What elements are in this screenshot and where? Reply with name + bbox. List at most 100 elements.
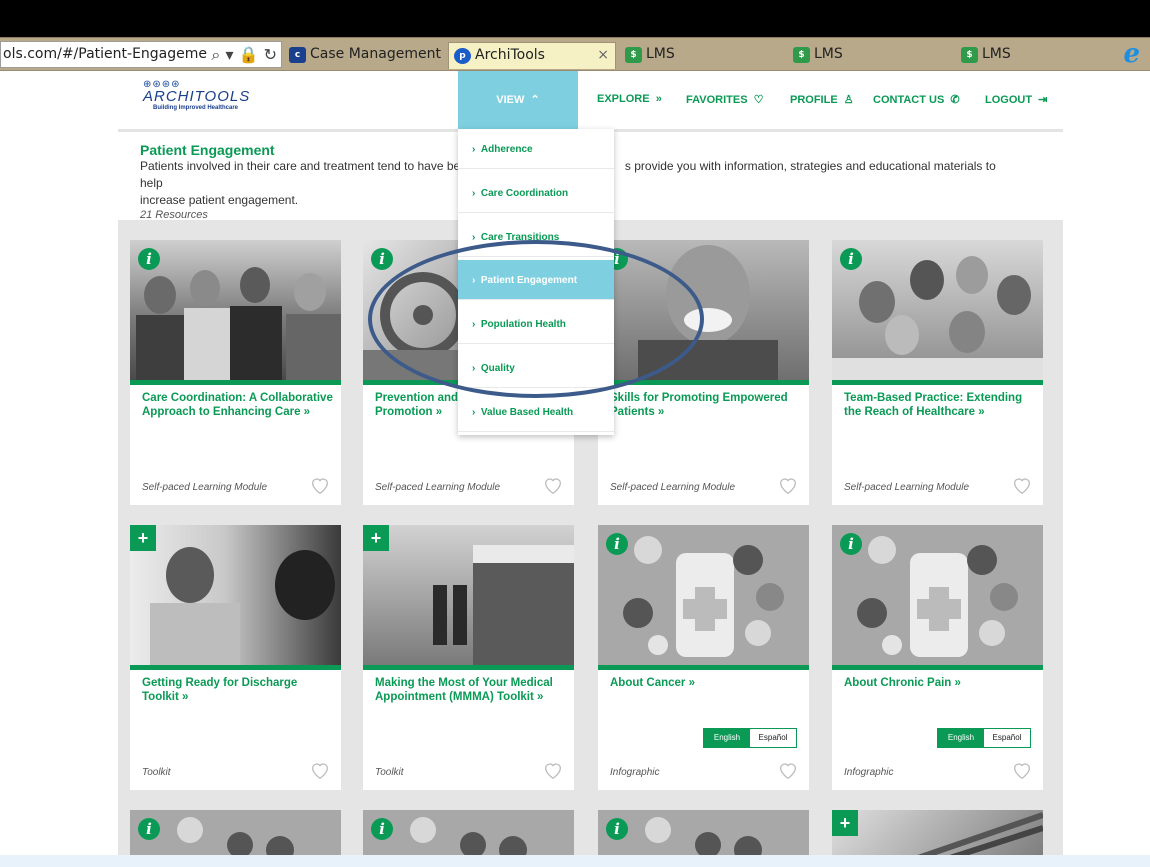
favorite-heart-icon[interactable]: [777, 759, 799, 781]
favorite-heart-icon[interactable]: [542, 759, 564, 781]
logo-tagline: Building Improved Healthcare: [153, 105, 239, 111]
tab-lms-1[interactable]: $ LMS: [620, 42, 785, 69]
phone-health-illustration-icon: [623, 536, 784, 657]
tab-label: LMS: [646, 46, 675, 62]
browser-tab-bar: ols.com/#/Patient-Engageme ⌕ ▾ 🔒 ↻ c Cas…: [0, 37, 1150, 71]
nurse-patient-photo-icon: [150, 547, 335, 665]
close-tab-icon[interactable]: ×: [597, 47, 609, 63]
nav-contact[interactable]: CONTACT US ✆: [873, 93, 960, 106]
architools-logo[interactable]: ⊕⊛⊛⊛ ARCHITOOLS Building Improved Health…: [143, 79, 303, 111]
plus-icon[interactable]: +: [363, 525, 389, 551]
card-title[interactable]: About Cancer »: [610, 676, 802, 690]
tab-label: ArchiTools: [475, 47, 545, 63]
favorite-heart-icon[interactable]: [1011, 759, 1033, 781]
card-title[interactable]: About Chronic Pain »: [844, 676, 1036, 690]
resource-card[interactable]: i About Cancer » English Español Infogra…: [598, 525, 809, 790]
favorite-heart-icon[interactable]: [309, 759, 331, 781]
address-bar[interactable]: ols.com/#/Patient-Engageme ⌕ ▾ 🔒 ↻: [0, 41, 282, 68]
card-image: i: [832, 525, 1043, 665]
nav-logout-label: LOGOUT: [985, 94, 1033, 106]
address-url: ols.com/#/Patient-Engageme: [3, 46, 207, 62]
page-content: ⊕⊛⊛⊛ ARCHITOOLS Building Improved Health…: [0, 71, 1150, 867]
tab-label: LMS: [814, 46, 843, 62]
card-accent-bar: [598, 665, 809, 670]
card-type: Self-paced Learning Module: [610, 482, 736, 493]
info-icon[interactable]: i: [606, 533, 628, 555]
pfizer-favicon-icon: p: [454, 48, 471, 64]
card-title[interactable]: Care Coordination: A Collaborative Appro…: [142, 391, 334, 419]
phone-health-illustration-icon: [857, 536, 1018, 657]
language-toggle[interactable]: English Español: [703, 728, 797, 748]
nav-view[interactable]: VIEW ⌃: [458, 71, 578, 129]
card-image: +: [130, 525, 341, 665]
card-type: Toolkit: [375, 767, 404, 778]
description-part-1: Patients involved in their care and trea…: [140, 159, 461, 173]
favorite-heart-icon[interactable]: [777, 474, 799, 496]
exam-room-photo-icon: [433, 545, 574, 665]
nav-logout[interactable]: LOGOUT ⇥: [985, 93, 1047, 106]
menu-item-adherence[interactable]: › Adherence: [458, 129, 614, 169]
card-image: i: [598, 525, 809, 665]
info-icon[interactable]: i: [840, 533, 862, 555]
card-type: Self-paced Learning Module: [375, 482, 501, 493]
lms-favicon-icon: $: [793, 47, 810, 63]
menu-item-value-based-health[interactable]: › Value Based Health: [458, 392, 614, 432]
language-english[interactable]: English: [704, 729, 750, 747]
tab-lms-3[interactable]: $ LMS: [956, 42, 1121, 69]
info-icon[interactable]: i: [606, 818, 628, 840]
card-title[interactable]: Skills for Promoting Empowered Patients …: [610, 391, 802, 419]
address-controls[interactable]: ⌕ ▾ 🔒 ↻: [211, 45, 277, 65]
plus-icon[interactable]: +: [832, 810, 858, 836]
bottom-status-strip: [0, 855, 1150, 867]
nav-view-label: VIEW: [496, 94, 525, 106]
chevron-up-icon: ⌃: [527, 94, 540, 106]
favorite-heart-icon[interactable]: [542, 474, 564, 496]
info-icon[interactable]: i: [371, 818, 393, 840]
logo-name: ARCHITOOLS: [143, 88, 251, 105]
info-icon[interactable]: i: [138, 818, 160, 840]
card-type: Toolkit: [142, 767, 171, 778]
tab-case-management[interactable]: c Case Management S...: [284, 42, 446, 69]
nav-favorites-label: FAVORITES: [686, 94, 748, 106]
card-accent-bar: [130, 665, 341, 670]
resource-card[interactable]: i Care Coordination: A Collaborative App…: [130, 240, 341, 505]
nav-explore[interactable]: EXPLORE »: [597, 93, 662, 105]
card-title[interactable]: Getting Ready for Discharge Toolkit »: [142, 676, 334, 704]
card-type: Infographic: [844, 767, 894, 778]
favorite-heart-icon[interactable]: [309, 474, 331, 496]
card-type: Infographic: [610, 767, 660, 778]
care-team-photo-icon: [136, 267, 341, 380]
card-title[interactable]: Making the Most of Your Medical Appointm…: [375, 676, 567, 704]
resource-card[interactable]: + Making the Most of Your Medical Appoin…: [363, 525, 574, 790]
card-accent-bar: [363, 665, 574, 670]
info-icon[interactable]: i: [371, 248, 393, 270]
language-spanish[interactable]: Español: [984, 729, 1030, 747]
info-icon[interactable]: i: [840, 248, 862, 270]
resource-card[interactable]: + Getting Ready for Discharge Toolkit » …: [130, 525, 341, 790]
tab-lms-2[interactable]: $ LMS: [788, 42, 953, 69]
heart-icon: ♡: [750, 94, 764, 106]
tab-architools[interactable]: p ArchiTools ×: [448, 42, 616, 69]
tab-label: LMS: [982, 46, 1011, 62]
info-icon[interactable]: i: [138, 248, 160, 270]
plus-icon[interactable]: +: [130, 525, 156, 551]
language-spanish[interactable]: Español: [750, 729, 796, 747]
lms-favicon-icon: $: [961, 47, 978, 63]
resource-card[interactable]: i About Chronic Pain » English Español I…: [832, 525, 1043, 790]
favorite-heart-icon[interactable]: [1011, 474, 1033, 496]
resource-card[interactable]: i Team-Based Practice: Extending the Rea…: [832, 240, 1043, 505]
phone-icon: ✆: [947, 94, 960, 106]
nav-profile[interactable]: PROFILE ♙: [790, 93, 854, 106]
menu-item-care-coordination[interactable]: › Care Coordination: [458, 173, 614, 213]
nav-profile-label: PROFILE: [790, 94, 838, 106]
ie-logo-icon[interactable]: e: [1123, 41, 1140, 67]
nav-favorites[interactable]: FAVORITES ♡: [686, 93, 764, 106]
card-image: i: [832, 240, 1043, 380]
card-accent-bar: [130, 380, 341, 385]
language-toggle[interactable]: English Español: [937, 728, 1031, 748]
card-title[interactable]: Team-Based Practice: Extending the Reach…: [844, 391, 1036, 419]
card-accent-bar: [832, 380, 1043, 385]
language-english[interactable]: English: [938, 729, 984, 747]
double-chevron-icon: »: [652, 93, 662, 105]
card-image: +: [363, 525, 574, 665]
